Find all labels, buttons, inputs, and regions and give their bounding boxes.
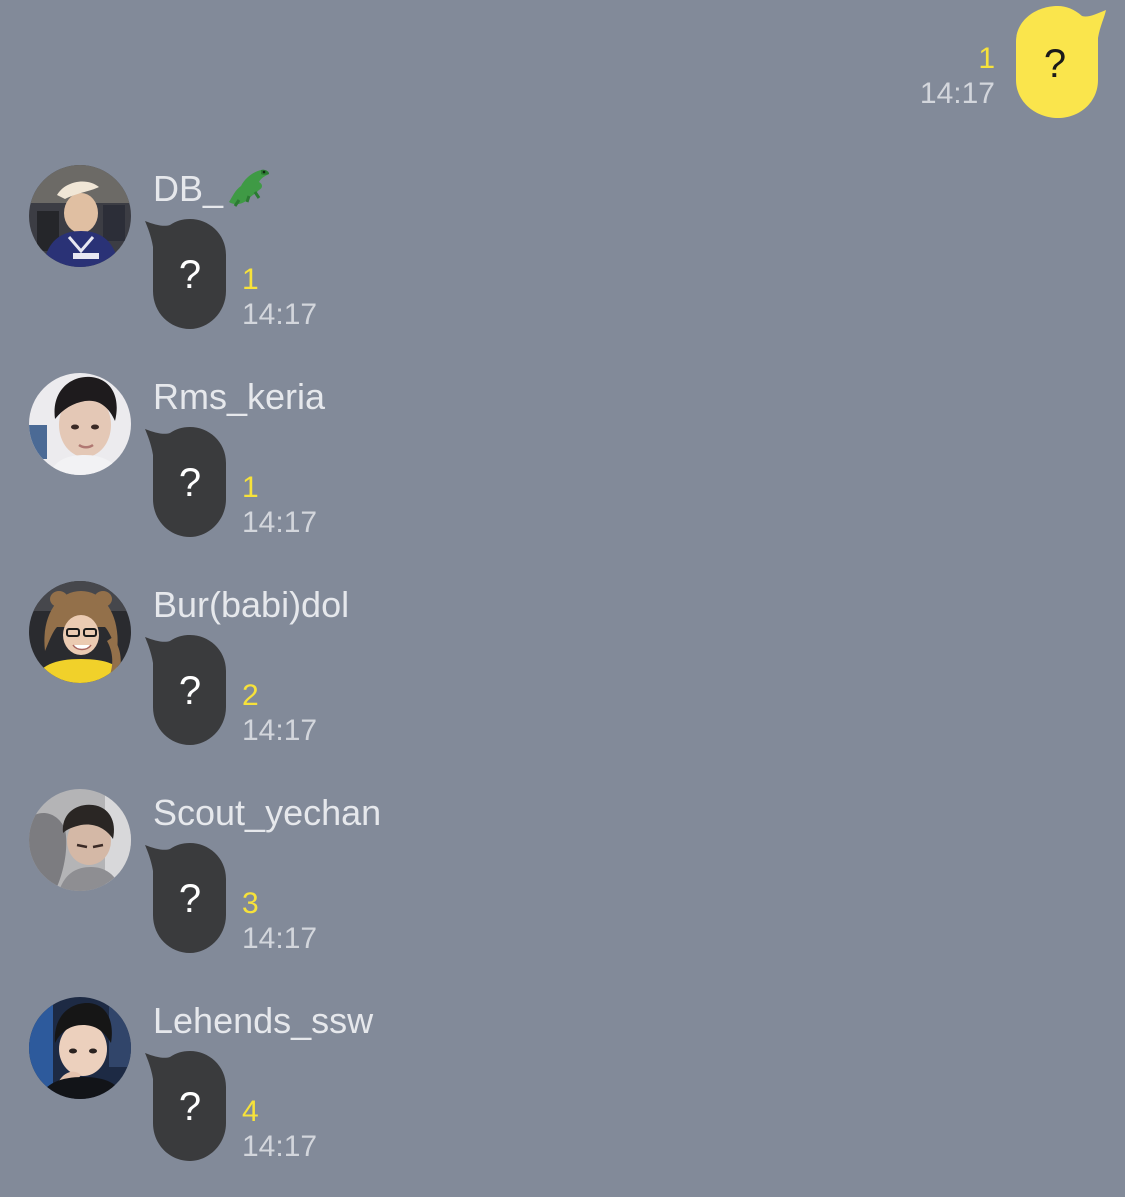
incoming-message-bubble[interactable]: ?: [144, 841, 228, 955]
incoming-message: Bur(babi)dol ? 2 14:17: [0, 581, 700, 781]
message-time: 14:17: [242, 506, 318, 539]
message-text: ?: [178, 1085, 202, 1129]
incoming-message-bubble[interactable]: ?: [144, 633, 228, 747]
incoming-message: Rms_keria ? 1 14:17: [0, 373, 700, 573]
sender-name: Scout_yechan: [153, 792, 382, 833]
sender-name: Bur(babi)dol: [153, 584, 350, 625]
sender-name: Rms_keria: [153, 376, 326, 417]
message-text: ?: [178, 253, 202, 297]
avatar[interactable]: [29, 373, 131, 475]
message-time: 14:17: [242, 1130, 318, 1163]
incoming-message-bubble[interactable]: ?: [144, 425, 228, 539]
message-time: 14:17: [919, 77, 995, 110]
avatar[interactable]: [29, 581, 131, 683]
incoming-message: Scout_yechan ? 3 14:17: [0, 789, 700, 989]
chat-room: 1 14:17 ? DB_ ? 1 14:17 Rms_keria ? 1 14…: [0, 0, 1125, 1182]
unread-count: 1: [978, 42, 995, 75]
incoming-message-bubble[interactable]: ?: [144, 217, 228, 331]
crocodile-icon: [225, 166, 273, 208]
outgoing-message: 1 14:17 ?: [0, 0, 1125, 130]
message-meta: 3 14:17: [242, 887, 317, 957]
message-text: ?: [1043, 42, 1067, 86]
message-meta: 4 14:17: [242, 1095, 317, 1165]
unread-count: 1: [242, 471, 259, 504]
message-meta: 1 14:17: [242, 471, 317, 541]
message-time: 14:17: [242, 922, 318, 955]
unread-count: 3: [242, 887, 259, 920]
avatar[interactable]: [29, 165, 131, 267]
message-time: 14:17: [242, 714, 318, 747]
incoming-message: Lehends_ssw ? 4 14:17: [0, 997, 700, 1197]
incoming-message: DB_ ? 1 14:17: [0, 165, 700, 365]
avatar[interactable]: [29, 789, 131, 891]
unread-count: 2: [242, 679, 259, 712]
message-meta: 2 14:17: [242, 679, 317, 749]
unread-count: 4: [242, 1095, 259, 1128]
sender-name: DB_: [153, 167, 273, 212]
unread-count: 1: [242, 263, 259, 296]
sender-name: Lehends_ssw: [153, 1000, 374, 1041]
message-text: ?: [178, 669, 202, 713]
outgoing-message-bubble[interactable]: ?: [1012, 4, 1112, 122]
message-meta: 1 14:17: [242, 263, 317, 333]
message-text: ?: [178, 877, 202, 921]
incoming-message-bubble[interactable]: ?: [144, 1049, 228, 1163]
avatar[interactable]: [29, 997, 131, 1099]
message-time: 14:17: [242, 298, 318, 331]
outgoing-message-meta: 1 14:17: [920, 42, 995, 112]
message-text: ?: [178, 461, 202, 505]
